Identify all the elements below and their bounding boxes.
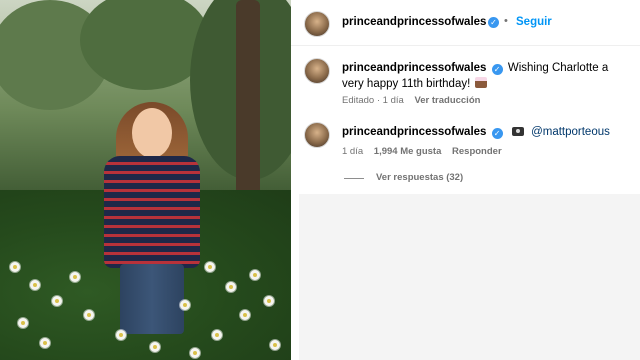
flower xyxy=(116,330,126,340)
avatar[interactable] xyxy=(304,58,330,84)
camera-icon xyxy=(511,127,524,136)
verified-badge-icon: ✓ xyxy=(488,17,499,28)
subject-jeans xyxy=(120,264,184,334)
flower xyxy=(10,262,20,272)
birthday-cake-icon xyxy=(475,77,488,88)
caption-username[interactable]: princeandprincessofwales xyxy=(342,62,486,74)
post-side-panel: princeandprincessofwales ✓ • Seguir prin… xyxy=(291,0,640,360)
translate-link[interactable]: Ver traducción xyxy=(414,95,480,106)
photo-subject xyxy=(100,92,204,334)
embedded-area xyxy=(299,194,640,360)
flower xyxy=(226,282,236,292)
flower xyxy=(240,310,250,320)
comment-time: 1 día xyxy=(342,146,364,157)
follow-button[interactable]: Seguir xyxy=(516,16,552,28)
flower xyxy=(212,330,222,340)
tree-trunk xyxy=(236,0,260,200)
post-photo xyxy=(0,0,291,360)
post-caption: princeandprincessofwales ✓ Wishing Charl… xyxy=(342,60,632,92)
flower xyxy=(150,342,160,352)
flower xyxy=(84,310,94,320)
post-header: princeandprincessofwales ✓ • Seguir xyxy=(291,0,640,46)
flower xyxy=(264,296,274,306)
replies-divider xyxy=(344,178,364,179)
caption-edited: Editado · 1 día xyxy=(342,95,404,106)
flower xyxy=(18,318,28,328)
comment-meta: 1 día 1,994 Me gusta Responder xyxy=(342,146,502,157)
avatar[interactable] xyxy=(304,122,330,148)
avatar[interactable] xyxy=(304,11,330,37)
reply-button[interactable]: Responder xyxy=(452,146,502,157)
flower xyxy=(270,340,280,350)
flower xyxy=(250,270,260,280)
flower xyxy=(30,280,40,290)
view-replies-button[interactable]: Ver respuestas (32) xyxy=(376,172,463,183)
flower xyxy=(190,348,200,358)
subject-face xyxy=(132,108,172,158)
verified-badge-icon: ✓ xyxy=(491,128,503,139)
header-separator: • xyxy=(504,15,508,27)
mention-link[interactable]: @mattporteous xyxy=(531,126,610,138)
header-username[interactable]: princeandprincessofwales xyxy=(342,16,486,28)
flower xyxy=(52,296,62,306)
flower xyxy=(70,272,80,282)
flower xyxy=(205,262,215,272)
caption-meta: Editado · 1 día Ver traducción xyxy=(342,95,480,106)
subject-sweater xyxy=(104,156,200,268)
flower xyxy=(180,300,190,310)
comment-likes[interactable]: 1,994 Me gusta xyxy=(374,146,442,157)
comment-body: princeandprincessofwales ✓ @mattporteous xyxy=(342,124,632,140)
comment-username[interactable]: princeandprincessofwales xyxy=(342,126,486,138)
verified-badge-icon: ✓ xyxy=(491,64,503,75)
flower xyxy=(40,338,50,348)
